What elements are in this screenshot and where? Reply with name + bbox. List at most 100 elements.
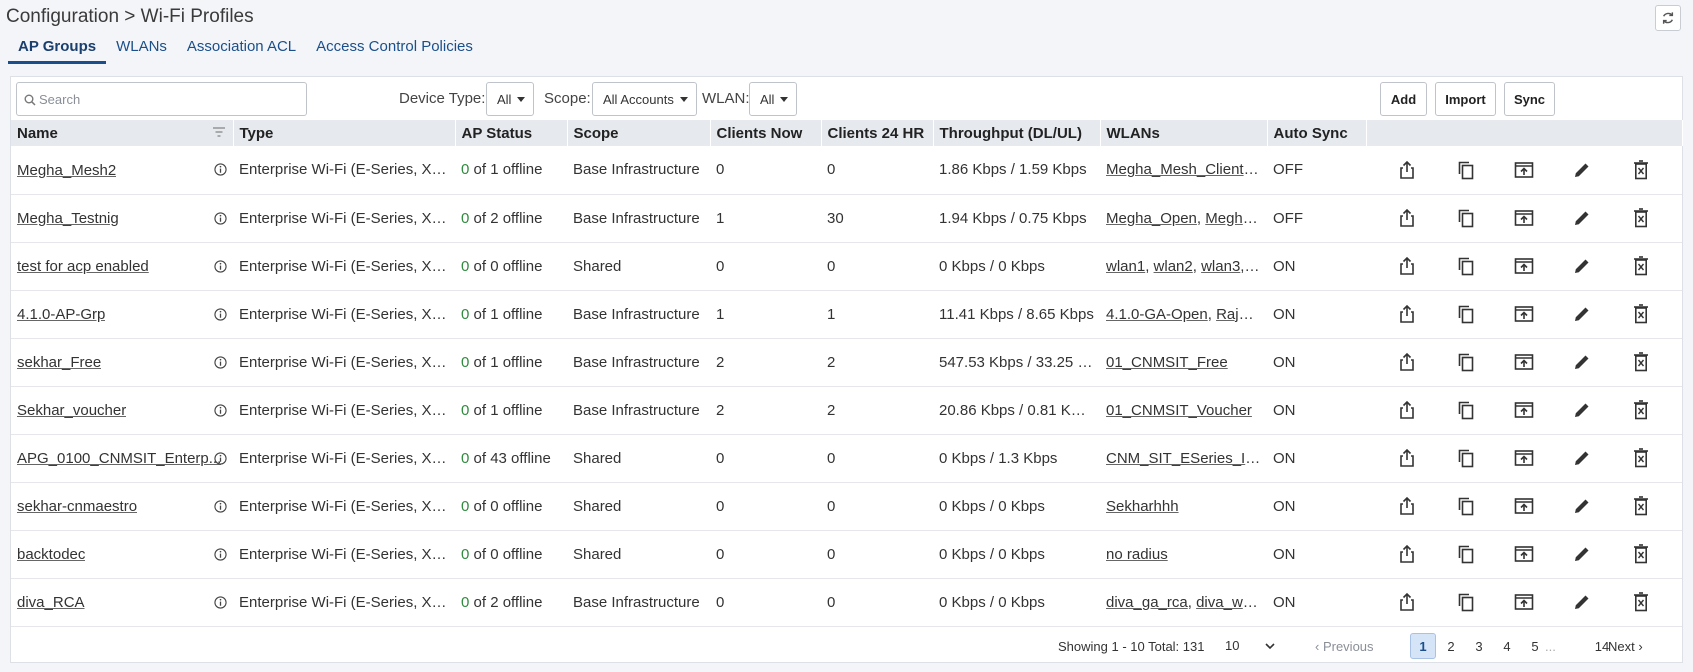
ap-group-link[interactable]: Sekhar_voucher <box>17 402 126 419</box>
edit-icon[interactable] <box>1571 591 1593 613</box>
device-type-select[interactable]: All <box>486 82 535 116</box>
ap-group-link[interactable]: sekhar-cnmaestro <box>17 498 137 515</box>
wlan-link[interactable]: Megha_Mesh_ClientA... <box>1106 161 1266 178</box>
ap-group-link[interactable]: diva_RCA <box>17 594 85 611</box>
wlan-link[interactable]: no radius <box>1106 546 1168 563</box>
column-header-scope[interactable]: Scope <box>567 120 711 146</box>
copy-icon[interactable] <box>1455 447 1477 469</box>
ap-group-link[interactable]: backtodec <box>17 546 85 563</box>
edit-icon[interactable] <box>1571 255 1593 277</box>
copy-icon[interactable] <box>1455 351 1477 373</box>
wlan-link[interactable]: Megha_Open <box>1106 210 1197 227</box>
copy-icon[interactable] <box>1455 303 1477 325</box>
info-icon[interactable] <box>214 451 227 465</box>
previous-page-button[interactable]: ‹ Previous <box>1315 639 1374 654</box>
ap-group-link[interactable]: sekhar_Free <box>17 354 101 371</box>
push-config-icon[interactable] <box>1513 255 1535 277</box>
column-header-name[interactable]: Name <box>11 120 234 146</box>
info-icon[interactable] <box>214 307 227 321</box>
copy-icon[interactable] <box>1455 495 1477 517</box>
add-button[interactable]: Add <box>1380 82 1427 116</box>
page-button[interactable]: 3 <box>1466 633 1492 659</box>
share-icon[interactable] <box>1396 159 1418 181</box>
ap-group-link[interactable]: 4.1.0-AP-Grp <box>17 306 105 323</box>
delete-icon[interactable] <box>1630 447 1652 469</box>
search-box[interactable] <box>16 82 307 116</box>
refresh-button[interactable] <box>1655 5 1681 31</box>
delete-icon[interactable] <box>1630 303 1652 325</box>
ap-group-link[interactable]: test for acp enabled <box>17 258 149 275</box>
share-icon[interactable] <box>1396 303 1418 325</box>
copy-icon[interactable] <box>1455 159 1477 181</box>
column-header-ap-status[interactable]: AP Status <box>455 120 568 146</box>
delete-icon[interactable] <box>1630 351 1652 373</box>
page-size-select[interactable]: 10 <box>1225 638 1239 653</box>
wlan-select[interactable]: All <box>749 82 798 116</box>
chevron-down-icon[interactable] <box>1265 643 1275 650</box>
ap-group-link[interactable]: Megha_Testnig <box>17 210 119 227</box>
push-config-icon[interactable] <box>1513 303 1535 325</box>
wlan-link[interactable]: diva_ga_rca <box>1106 594 1188 611</box>
wlan-link[interactable]: Megha... <box>1205 210 1263 227</box>
wlan-link[interactable]: wlan3 <box>1201 258 1240 275</box>
wlan-link[interactable]: CNM_SIT_ESeries_Infi... <box>1106 450 1267 467</box>
column-header-throughput[interactable]: Throughput (DL/UL) <box>933 120 1101 146</box>
push-config-icon[interactable] <box>1513 159 1535 181</box>
wlan-link[interactable]: wlan1 <box>1106 258 1145 275</box>
delete-icon[interactable] <box>1630 591 1652 613</box>
share-icon[interactable] <box>1396 447 1418 469</box>
column-header-clients-now[interactable]: Clients Now <box>710 120 822 146</box>
info-icon[interactable] <box>214 259 227 273</box>
delete-icon[interactable] <box>1630 495 1652 517</box>
edit-icon[interactable] <box>1571 207 1593 229</box>
column-header-wlans[interactable]: WLANs <box>1100 120 1268 146</box>
share-icon[interactable] <box>1396 591 1418 613</box>
share-icon[interactable] <box>1396 495 1418 517</box>
wlan-link[interactable]: Sekharhhh <box>1106 498 1179 515</box>
scope-select[interactable]: All Accounts <box>592 82 697 116</box>
info-icon[interactable] <box>214 211 227 225</box>
push-config-icon[interactable] <box>1513 447 1535 469</box>
edit-icon[interactable] <box>1571 159 1593 181</box>
push-config-icon[interactable] <box>1513 591 1535 613</box>
copy-icon[interactable] <box>1455 207 1477 229</box>
delete-icon[interactable] <box>1630 543 1652 565</box>
wlan-link[interactable]: wlan2 <box>1154 258 1193 275</box>
info-icon[interactable] <box>214 499 227 513</box>
push-config-icon[interactable] <box>1513 495 1535 517</box>
page-button[interactable]: 4 <box>1494 633 1520 659</box>
ap-group-link[interactable]: APG_0100_CNMSIT_Enterp... <box>17 450 221 467</box>
share-icon[interactable] <box>1396 399 1418 421</box>
edit-icon[interactable] <box>1571 303 1593 325</box>
wlan-link[interactable]: 4.1.0-GA-Open <box>1106 306 1208 323</box>
tab-association-acl[interactable]: Association ACL <box>177 38 306 64</box>
info-icon[interactable] <box>214 403 227 417</box>
search-input[interactable] <box>39 84 299 114</box>
column-header-clients-24hr[interactable]: Clients 24 HR <box>821 120 934 146</box>
edit-icon[interactable] <box>1571 543 1593 565</box>
push-config-icon[interactable] <box>1513 207 1535 229</box>
info-icon[interactable] <box>214 547 227 561</box>
delete-icon[interactable] <box>1630 207 1652 229</box>
copy-icon[interactable] <box>1455 543 1477 565</box>
share-icon[interactable] <box>1396 543 1418 565</box>
push-config-icon[interactable] <box>1513 543 1535 565</box>
wlan-link[interactable]: diva_wp... <box>1196 594 1264 611</box>
filter-icon[interactable] <box>212 127 225 137</box>
copy-icon[interactable] <box>1455 255 1477 277</box>
import-button[interactable]: Import <box>1435 82 1496 116</box>
edit-icon[interactable] <box>1571 447 1593 469</box>
tab-access-control-policies[interactable]: Access Control Policies <box>306 38 483 64</box>
info-icon[interactable] <box>214 595 227 609</box>
share-icon[interactable] <box>1396 255 1418 277</box>
share-icon[interactable] <box>1396 207 1418 229</box>
edit-icon[interactable] <box>1571 351 1593 373</box>
column-header-auto-sync[interactable]: Auto Sync <box>1267 120 1367 146</box>
wlan-link[interactable]: Raja-e... <box>1216 306 1267 323</box>
column-header-type[interactable]: Type <box>233 120 456 146</box>
copy-icon[interactable] <box>1455 591 1477 613</box>
push-config-icon[interactable] <box>1513 351 1535 373</box>
copy-icon[interactable] <box>1455 399 1477 421</box>
page-button[interactable]: 2 <box>1438 633 1464 659</box>
delete-icon[interactable] <box>1630 399 1652 421</box>
